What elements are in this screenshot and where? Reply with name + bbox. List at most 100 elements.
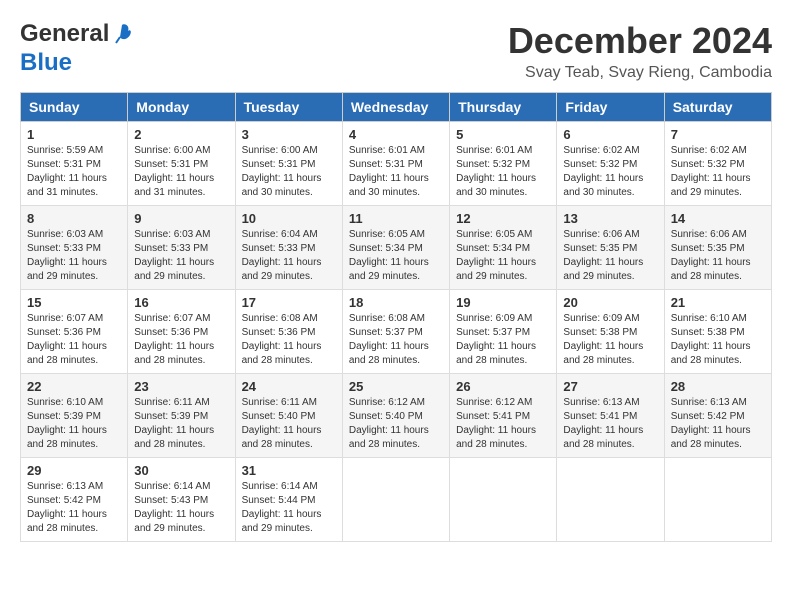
calendar-day-cell	[342, 458, 449, 542]
day-number: 3	[242, 127, 336, 142]
day-info: Sunrise: 6:06 AMSunset: 5:35 PMDaylight:…	[671, 228, 765, 284]
calendar-week-row: 8 Sunrise: 6:03 AMSunset: 5:33 PMDaylight…	[21, 206, 772, 290]
day-of-week-header: Tuesday	[235, 93, 342, 122]
day-number: 30	[134, 463, 228, 478]
calendar-day-cell: 26Sunrise: 6:12 AMSunset: 5:41 PMDayligh…	[450, 374, 557, 458]
calendar-day-cell: 7 Sunrise: 6:02 AMSunset: 5:32 PMDaylight…	[664, 122, 771, 206]
calendar-day-cell: 5 Sunrise: 6:01 AMSunset: 5:32 PMDaylight…	[450, 122, 557, 206]
day-info: Sunrise: 6:13 AMSunset: 5:42 PMDaylight:…	[671, 396, 765, 452]
day-number: 11	[349, 211, 443, 226]
day-of-week-header: Saturday	[664, 93, 771, 122]
day-number: 16	[134, 295, 228, 310]
calendar-day-cell: 3 Sunrise: 6:00 AMSunset: 5:31 PMDaylight…	[235, 122, 342, 206]
calendar-week-row: 1 Sunrise: 5:59 AMSunset: 5:31 PMDaylight…	[21, 122, 772, 206]
day-number: 10	[242, 211, 336, 226]
day-number: 22	[27, 379, 121, 394]
day-of-week-header: Wednesday	[342, 93, 449, 122]
day-number: 23	[134, 379, 228, 394]
day-number: 18	[349, 295, 443, 310]
day-info: Sunrise: 6:06 AMSunset: 5:35 PMDaylight:…	[563, 228, 657, 284]
day-info: Sunrise: 6:07 AMSunset: 5:36 PMDaylight:…	[134, 312, 228, 368]
logo-general: General	[20, 20, 109, 49]
calendar-day-cell: 31Sunrise: 6:14 AMSunset: 5:44 PMDayligh…	[235, 458, 342, 542]
day-info: Sunrise: 6:07 AMSunset: 5:36 PMDaylight:…	[27, 312, 121, 368]
day-number: 14	[671, 211, 765, 226]
day-info: Sunrise: 6:11 AMSunset: 5:40 PMDaylight:…	[242, 396, 336, 452]
subtitle: Svay Teab, Svay Rieng, Cambodia	[508, 64, 772, 82]
calendar-day-cell: 30 Sunrise: 6:14 AMSunset: 5:43 PMDayligh…	[128, 458, 235, 542]
day-info: Sunrise: 5:59 AMSunset: 5:31 PMDaylight:…	[27, 144, 121, 200]
logo-bird-icon	[112, 23, 132, 45]
day-info: Sunrise: 6:10 AMSunset: 5:39 PMDaylight:…	[27, 396, 121, 452]
calendar-day-cell: 2 Sunrise: 6:00 AMSunset: 5:31 PMDaylight…	[128, 122, 235, 206]
day-info: Sunrise: 6:08 AMSunset: 5:37 PMDaylight:…	[349, 312, 443, 368]
logo-blue: Blue	[20, 49, 72, 78]
calendar-day-cell: 29 Sunrise: 6:13 AMSunset: 5:42 PMDayligh…	[21, 458, 128, 542]
calendar-day-cell: 8 Sunrise: 6:03 AMSunset: 5:33 PMDaylight…	[21, 206, 128, 290]
day-info: Sunrise: 6:05 AMSunset: 5:34 PMDaylight:…	[349, 228, 443, 284]
calendar-day-cell: 19 Sunrise: 6:09 AMSunset: 5:37 PMDayligh…	[450, 290, 557, 374]
day-number: 25	[349, 379, 443, 394]
day-of-week-header: Sunday	[21, 93, 128, 122]
day-number: 28	[671, 379, 765, 394]
calendar-table: SundayMondayTuesdayWednesdayThursdayFrid…	[20, 92, 772, 542]
day-info: Sunrise: 6:00 AMSunset: 5:31 PMDaylight:…	[242, 144, 336, 200]
day-info: Sunrise: 6:05 AMSunset: 5:34 PMDaylight:…	[456, 228, 550, 284]
calendar-day-cell: 4Sunrise: 6:01 AMSunset: 5:31 PMDaylight…	[342, 122, 449, 206]
day-number: 27	[563, 379, 657, 394]
day-info: Sunrise: 6:11 AMSunset: 5:39 PMDaylight:…	[134, 396, 228, 452]
calendar-day-cell: 22 Sunrise: 6:10 AMSunset: 5:39 PMDayligh…	[21, 374, 128, 458]
calendar-day-cell: 14 Sunrise: 6:06 AMSunset: 5:35 PMDayligh…	[664, 206, 771, 290]
calendar-day-cell: 21 Sunrise: 6:10 AMSunset: 5:38 PMDayligh…	[664, 290, 771, 374]
day-info: Sunrise: 6:10 AMSunset: 5:38 PMDaylight:…	[671, 312, 765, 368]
day-of-week-header: Monday	[128, 93, 235, 122]
day-number: 19	[456, 295, 550, 310]
calendar-day-cell: 18 Sunrise: 6:08 AMSunset: 5:37 PMDayligh…	[342, 290, 449, 374]
day-of-week-header: Thursday	[450, 93, 557, 122]
day-info: Sunrise: 6:02 AMSunset: 5:32 PMDaylight:…	[671, 144, 765, 200]
calendar-day-cell: 10Sunrise: 6:04 AMSunset: 5:33 PMDayligh…	[235, 206, 342, 290]
calendar-day-cell	[450, 458, 557, 542]
day-info: Sunrise: 6:02 AMSunset: 5:32 PMDaylight:…	[563, 144, 657, 200]
calendar-day-cell: 15 Sunrise: 6:07 AMSunset: 5:36 PMDayligh…	[21, 290, 128, 374]
calendar-day-cell: 25 Sunrise: 6:12 AMSunset: 5:40 PMDayligh…	[342, 374, 449, 458]
logo: General Blue	[20, 20, 132, 78]
calendar-day-cell: 20Sunrise: 6:09 AMSunset: 5:38 PMDayligh…	[557, 290, 664, 374]
day-number: 21	[671, 295, 765, 310]
calendar-day-cell	[557, 458, 664, 542]
day-info: Sunrise: 6:12 AMSunset: 5:41 PMDaylight:…	[456, 396, 550, 452]
day-number: 4	[349, 127, 443, 142]
day-number: 24	[242, 379, 336, 394]
main-title: December 2024	[508, 20, 772, 62]
day-info: Sunrise: 6:14 AMSunset: 5:43 PMDaylight:…	[134, 480, 228, 536]
day-number: 15	[27, 295, 121, 310]
day-info: Sunrise: 6:03 AMSunset: 5:33 PMDaylight:…	[134, 228, 228, 284]
day-info: Sunrise: 6:13 AMSunset: 5:42 PMDaylight:…	[27, 480, 121, 536]
day-number: 1	[27, 127, 121, 142]
calendar-header-row: SundayMondayTuesdayWednesdayThursdayFrid…	[21, 93, 772, 122]
day-number: 12	[456, 211, 550, 226]
day-info: Sunrise: 6:03 AMSunset: 5:33 PMDaylight:…	[27, 228, 121, 284]
day-number: 9	[134, 211, 228, 226]
calendar-day-cell: 23 Sunrise: 6:11 AMSunset: 5:39 PMDayligh…	[128, 374, 235, 458]
day-number: 29	[27, 463, 121, 478]
day-of-week-header: Friday	[557, 93, 664, 122]
day-number: 2	[134, 127, 228, 142]
day-number: 8	[27, 211, 121, 226]
day-number: 7	[671, 127, 765, 142]
page-header: General Blue December 2024 Svay Teab, Sv…	[20, 20, 772, 82]
day-number: 5	[456, 127, 550, 142]
calendar-day-cell: 24 Sunrise: 6:11 AMSunset: 5:40 PMDayligh…	[235, 374, 342, 458]
calendar-week-row: 29 Sunrise: 6:13 AMSunset: 5:42 PMDayligh…	[21, 458, 772, 542]
day-info: Sunrise: 6:08 AMSunset: 5:36 PMDaylight:…	[242, 312, 336, 368]
day-number: 13	[563, 211, 657, 226]
day-info: Sunrise: 6:01 AMSunset: 5:32 PMDaylight:…	[456, 144, 550, 200]
calendar-week-row: 22 Sunrise: 6:10 AMSunset: 5:39 PMDayligh…	[21, 374, 772, 458]
day-info: Sunrise: 6:09 AMSunset: 5:37 PMDaylight:…	[456, 312, 550, 368]
calendar-day-cell: 1 Sunrise: 5:59 AMSunset: 5:31 PMDaylight…	[21, 122, 128, 206]
day-info: Sunrise: 6:12 AMSunset: 5:40 PMDaylight:…	[349, 396, 443, 452]
day-info: Sunrise: 6:09 AMSunset: 5:38 PMDaylight:…	[563, 312, 657, 368]
day-info: Sunrise: 6:13 AMSunset: 5:41 PMDaylight:…	[563, 396, 657, 452]
day-info: Sunrise: 6:14 AMSunset: 5:44 PMDaylight:…	[242, 480, 336, 536]
day-info: Sunrise: 6:00 AMSunset: 5:31 PMDaylight:…	[134, 144, 228, 200]
